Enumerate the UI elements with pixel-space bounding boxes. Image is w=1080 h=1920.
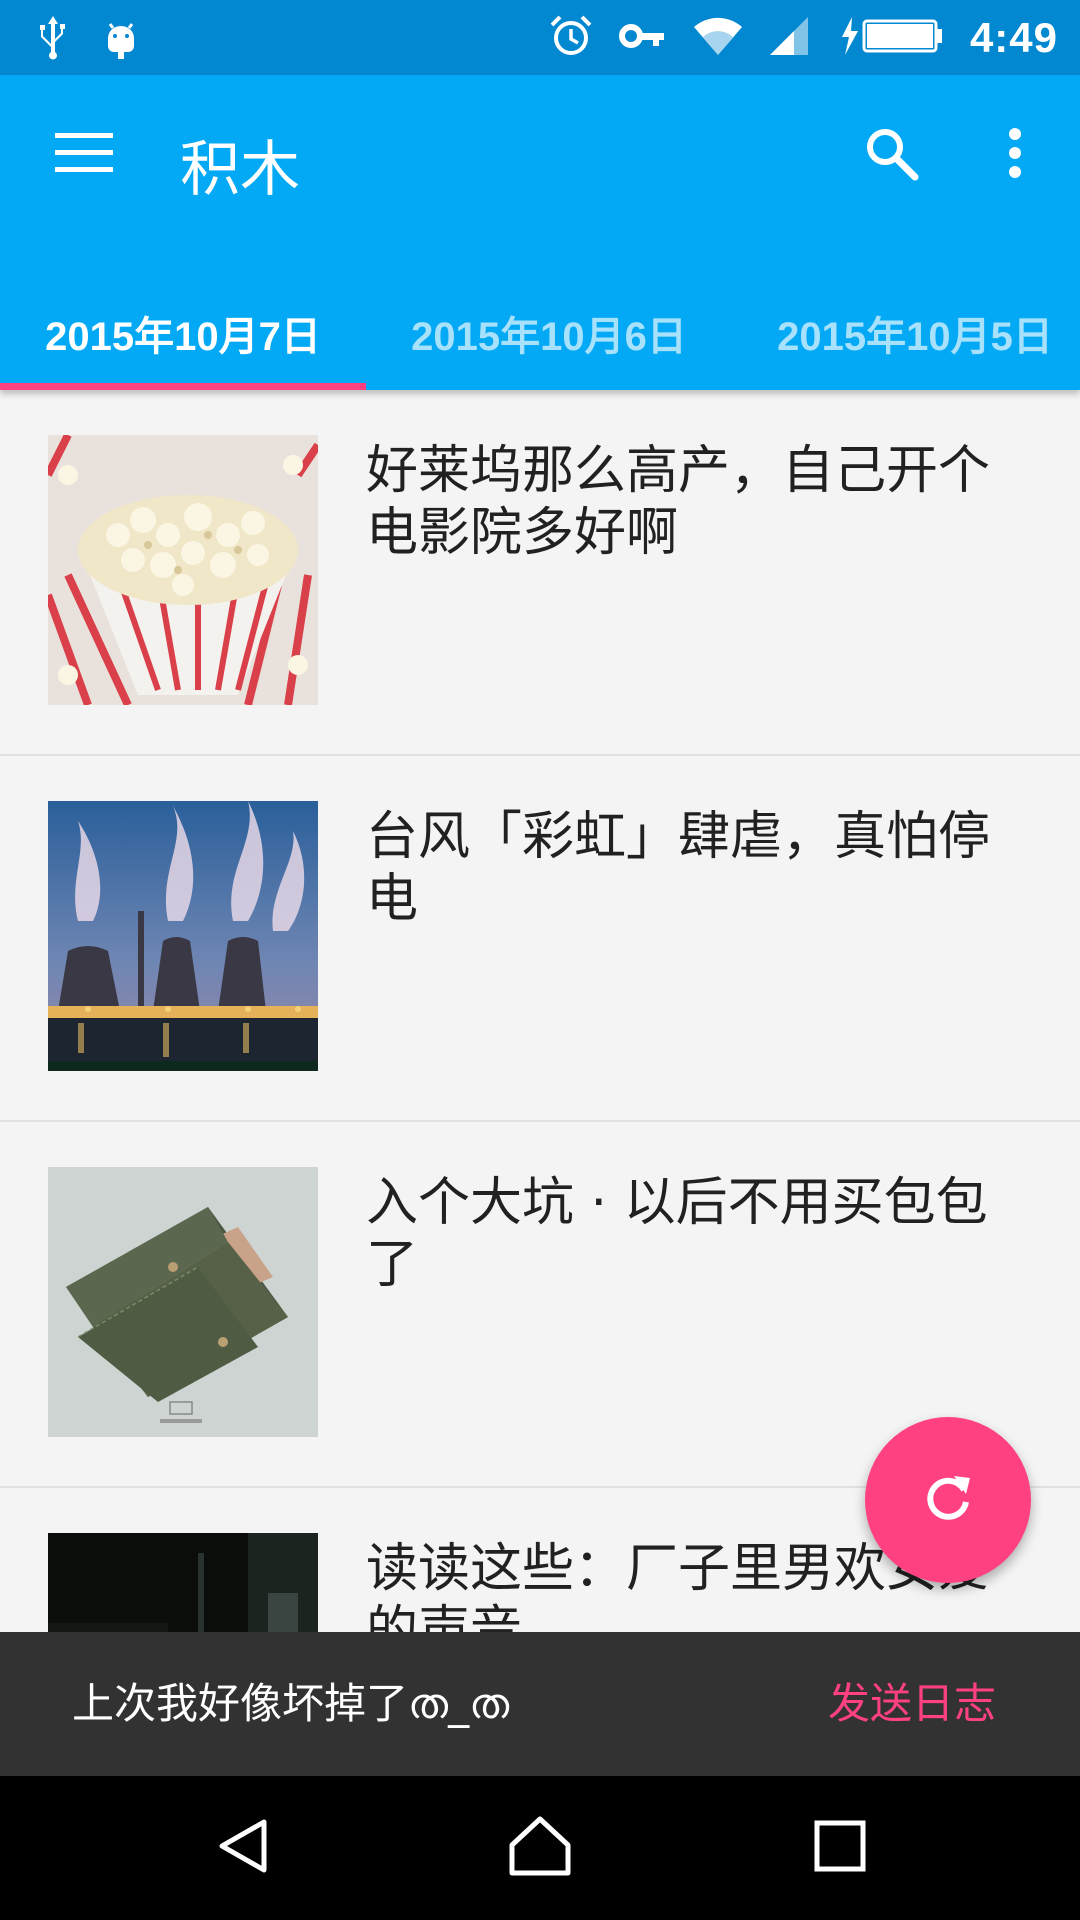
- recents-icon: [813, 1819, 867, 1877]
- snackbar: 上次我好像坏掉了ത_ത 发送日志: [0, 1632, 1080, 1776]
- list-item[interactable]: 好莱坞那么高产，自己开个电影院多好啊: [0, 390, 1080, 756]
- thumbnail-cooling-towers: [48, 801, 318, 1071]
- back-icon: [214, 1816, 270, 1880]
- thumbnail-dark-street: [48, 1533, 318, 1632]
- home-icon: [508, 1815, 572, 1881]
- hamburger-menu-icon: [55, 131, 113, 179]
- android-debug-icon: [104, 14, 138, 64]
- more-vertical-icon: [1007, 127, 1023, 183]
- tab-date-3[interactable]: 2015年10月5日: [732, 275, 1080, 390]
- thumbnail-popcorn: [48, 435, 318, 705]
- tab-date-2[interactable]: 2015年10月6日: [366, 275, 732, 390]
- recents-button[interactable]: [780, 1798, 900, 1898]
- usb-icon: [36, 14, 70, 64]
- navigation-drawer-button[interactable]: [34, 115, 134, 195]
- send-log-button[interactable]: 发送日志: [828, 1632, 996, 1776]
- snackbar-message: 上次我好像坏掉了ത_ത: [72, 1679, 510, 1728]
- back-button[interactable]: [182, 1798, 302, 1898]
- article-title: 台风「彩虹」肆虐，真怕停电: [366, 807, 991, 929]
- clock-time: 4:49: [969, 14, 1058, 61]
- status-right-icons: 4:49: [548, 10, 1058, 66]
- battery-charging-icon: [836, 13, 946, 63]
- refresh-fab[interactable]: [865, 1417, 1031, 1583]
- article-title: 好莱坞那么高产，自己开个电影院多好啊: [366, 441, 991, 563]
- vpn-key-icon: [618, 13, 668, 63]
- home-button[interactable]: [480, 1798, 600, 1898]
- tab-indicator: [0, 383, 366, 390]
- date-tabs: 2015年10月7日 2015年10月6日 2015年10月5日: [0, 275, 1080, 390]
- article-title: 入个大坑 · 以后不用买包包了: [366, 1173, 988, 1295]
- signal-icon: [768, 13, 812, 63]
- search-button[interactable]: [846, 115, 936, 195]
- search-icon: [863, 125, 919, 185]
- status-left-icons: [36, 14, 138, 64]
- system-nav-bar: [0, 1776, 1080, 1920]
- tab-date-1[interactable]: 2015年10月7日: [0, 275, 366, 390]
- app-bar: 积木 2015年10月7日 2015年10月6日 2015年10月5日: [0, 75, 1080, 390]
- overflow-menu-button[interactable]: [980, 115, 1050, 195]
- status-bar: 4:49: [0, 0, 1080, 75]
- thumbnail-wallet: [48, 1167, 318, 1437]
- list-item[interactable]: 台风「彩虹」肆虐，真怕停电: [0, 756, 1080, 1122]
- alarm-icon: [548, 13, 594, 63]
- refresh-icon: [920, 1470, 976, 1530]
- app-title: 积木: [180, 135, 300, 205]
- wifi-icon: [692, 13, 744, 63]
